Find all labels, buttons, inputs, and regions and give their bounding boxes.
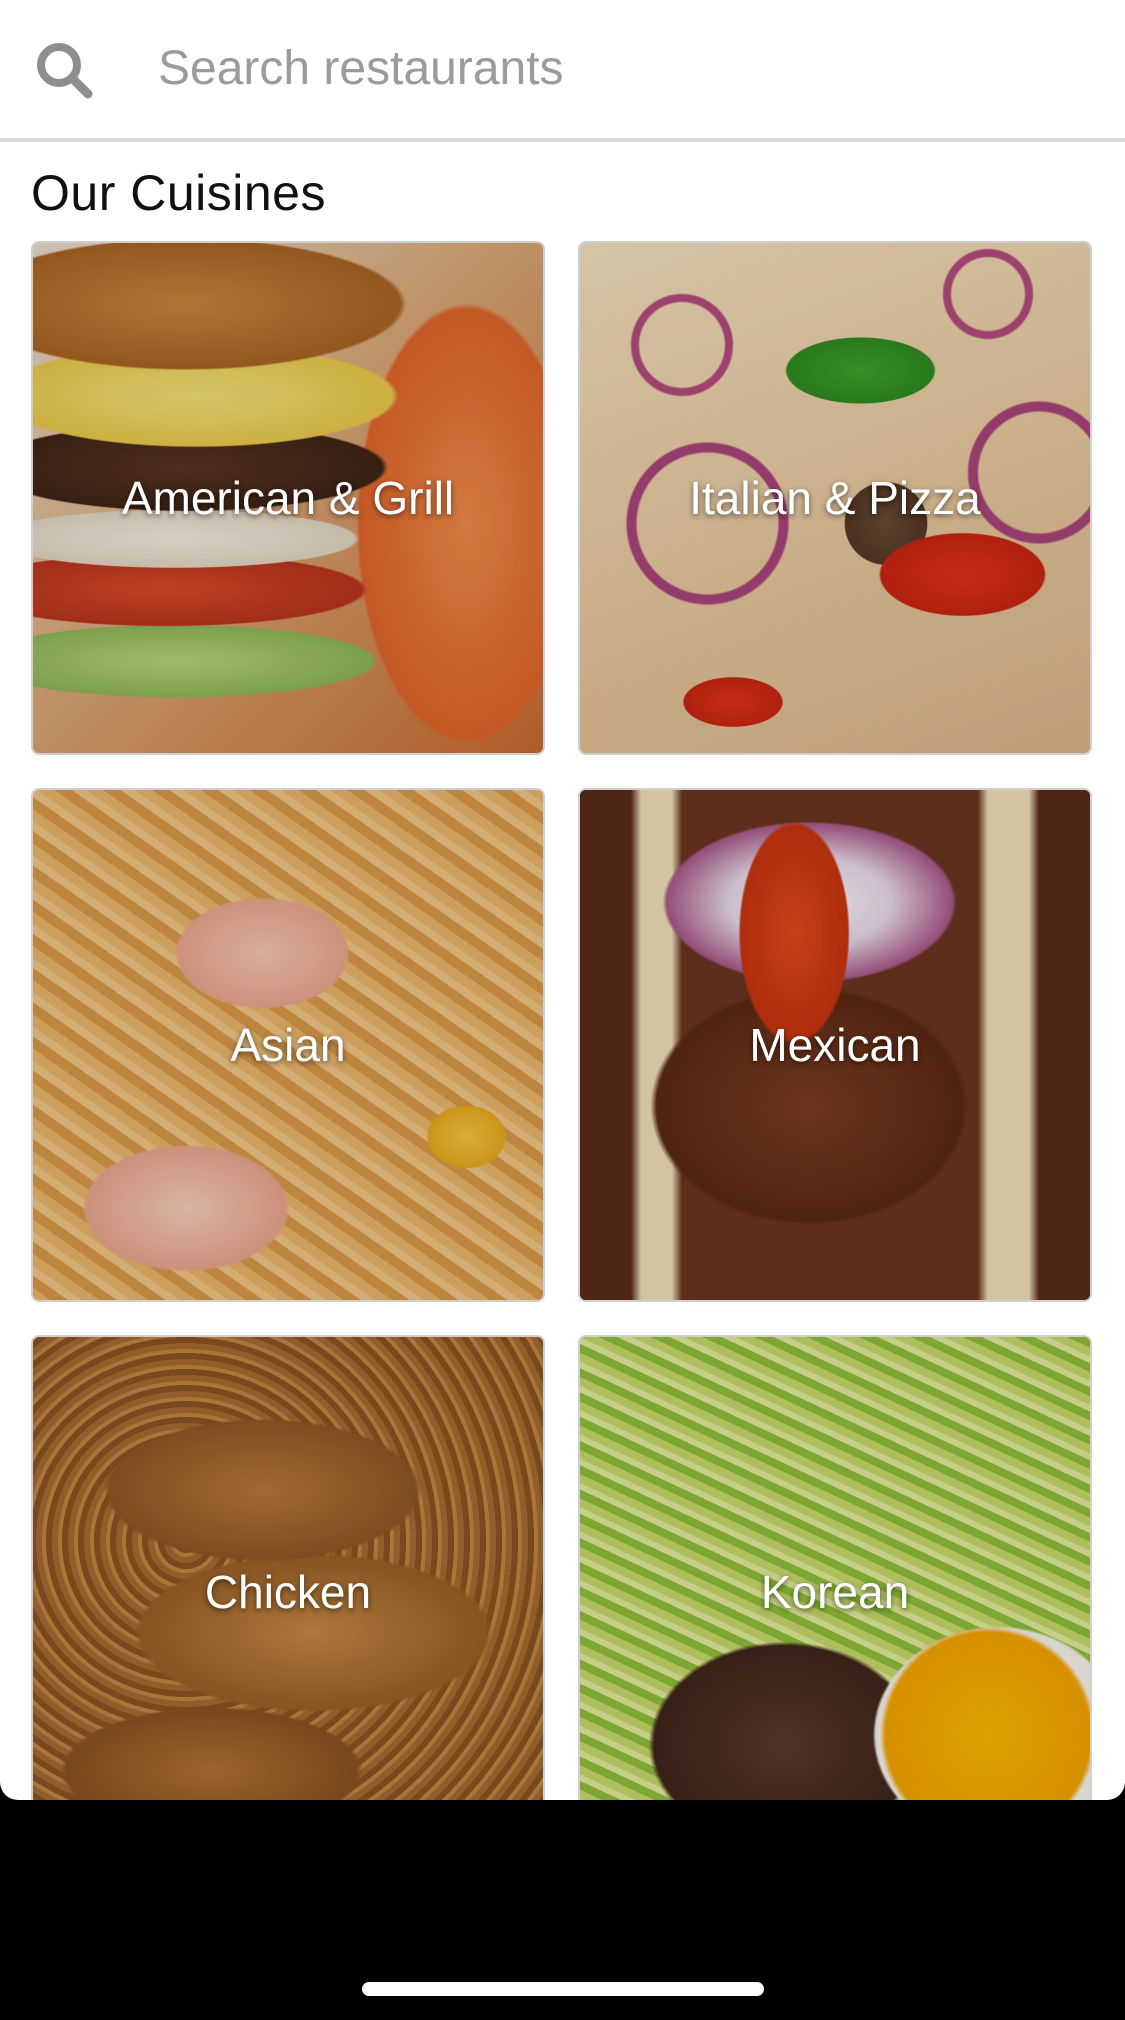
home-indicator[interactable] xyxy=(362,1982,764,1996)
cuisine-label: Asian xyxy=(230,1019,346,1071)
cuisine-tile-american-grill[interactable]: American & Grill xyxy=(31,241,545,755)
search-icon[interactable] xyxy=(34,40,94,100)
cuisine-tile-mexican[interactable]: Mexican xyxy=(578,788,1092,1302)
search-input[interactable] xyxy=(158,28,1078,108)
search-bar xyxy=(0,0,1125,142)
cuisine-label: Chicken xyxy=(204,1566,372,1618)
cuisine-tile-italian-pizza[interactable]: Italian & Pizza xyxy=(578,241,1092,755)
cuisine-tile-korean[interactable]: Korean xyxy=(578,1335,1092,1800)
cuisine-label: Korean xyxy=(760,1566,910,1618)
screen: Our Cuisines American & Grill Italian & … xyxy=(0,0,1125,2020)
cuisine-label: Mexican xyxy=(749,1019,921,1071)
cuisine-tile-chicken[interactable]: Chicken xyxy=(31,1335,545,1800)
cuisine-tile-asian[interactable]: Asian xyxy=(31,788,545,1302)
cuisine-label: Italian & Pizza xyxy=(689,472,981,524)
app-content: Our Cuisines American & Grill Italian & … xyxy=(0,0,1125,1800)
section-title: Our Cuisines xyxy=(31,165,326,221)
cuisine-label: American & Grill xyxy=(121,472,455,524)
